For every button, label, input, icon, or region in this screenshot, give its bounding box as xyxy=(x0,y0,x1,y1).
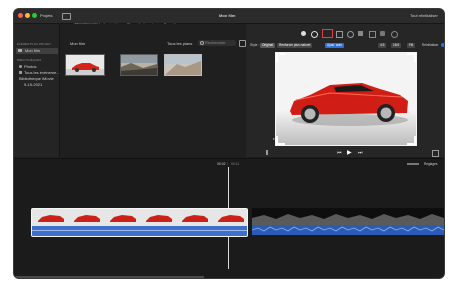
settings-icon[interactable] xyxy=(239,40,246,47)
style-enhance-button[interactable]: Renforcer plus naturel xyxy=(277,43,313,48)
viewer-preview[interactable]: Fit xyxy=(273,52,417,146)
search-icon xyxy=(200,41,204,45)
close-button[interactable] xyxy=(18,13,23,18)
style-auto-adjust-button[interactable]: Ajust. auto xyxy=(325,43,345,48)
minimize-button[interactable] xyxy=(25,13,30,18)
timeline-settings-button[interactable]: Réglages xyxy=(424,162,437,166)
zoom-slider[interactable] xyxy=(407,163,419,165)
clip-thumbnail-desert[interactable] xyxy=(164,54,202,76)
sidebar-item-my-film[interactable]: Mon film xyxy=(16,48,58,54)
timeline-clip-car[interactable] xyxy=(31,208,248,237)
libraries-section-header: BIBLIOTHÈQUES xyxy=(17,58,42,62)
color-correction-icon[interactable] xyxy=(311,31,318,38)
speed-icon[interactable] xyxy=(369,31,376,38)
crop-handle-top-right[interactable] xyxy=(407,53,416,62)
reset-all-button[interactable]: Tout réinitialiser xyxy=(410,14,438,18)
color-balance-icon[interactable] xyxy=(301,31,306,36)
format-4-3-button[interactable]: 4:3 xyxy=(378,43,387,48)
clip-thumbnail-landscape[interactable] xyxy=(120,54,158,76)
projects-back-button[interactable]: Projets xyxy=(40,14,52,18)
format-16-9-button[interactable]: 16:9 xyxy=(391,43,402,48)
apply-check-icon[interactable] xyxy=(441,43,444,47)
microphone-icon[interactable] xyxy=(266,150,268,155)
sidebar-item-event-date[interactable]: 9-15-2021 xyxy=(24,83,42,87)
search-input[interactable]: Rechercher xyxy=(198,40,236,46)
photos-icon xyxy=(19,65,22,68)
total-time: 00:11 xyxy=(231,162,240,166)
car-filmstrip xyxy=(32,209,247,236)
library-sidebar: ÉLÉMENTS DU PROJET Mon film BIBLIOTHÈQUE… xyxy=(14,24,60,157)
crop-icon[interactable] xyxy=(322,29,333,38)
crop-handle-top-left[interactable] xyxy=(276,53,285,62)
search-placeholder: Rechercher xyxy=(205,40,226,45)
media-browser: Mon film Tous les plans Rechercher xyxy=(60,24,246,157)
reset-button[interactable]: Réinitialiser xyxy=(422,43,438,47)
sidebar-item-imovie-library[interactable]: Bibliothèque iMovie xyxy=(19,77,54,81)
fit-label: Fit xyxy=(273,137,277,141)
stabilization-icon[interactable] xyxy=(336,31,343,38)
film-icon xyxy=(18,49,22,52)
events-icon xyxy=(19,71,22,74)
desert-thumbnail xyxy=(165,55,201,75)
style-label: Style : xyxy=(250,43,260,47)
horizontal-scrollbar[interactable] xyxy=(14,276,204,278)
project-section-header: ÉLÉMENTS DU PROJET xyxy=(17,42,52,46)
red-car-preview-image xyxy=(276,53,416,145)
imovie-window: Projets Mon film Tout réinitialiser Mes … xyxy=(14,9,444,278)
landscape-thumbnail xyxy=(121,55,157,75)
browser-title: Mon film xyxy=(70,41,86,46)
title-bar: Projets Mon film Tout réinitialiser xyxy=(14,9,444,24)
maximize-button[interactable] xyxy=(32,13,37,18)
sidebar-item-photos[interactable]: Photos xyxy=(24,65,36,69)
clip-filter-icon[interactable] xyxy=(380,31,385,36)
window-title: Mon film xyxy=(219,13,236,18)
play-button[interactable]: ▶ xyxy=(347,150,352,156)
noise-reduction-icon[interactable] xyxy=(358,31,363,36)
timeline-clip-landscape[interactable] xyxy=(252,208,444,235)
sidebar-toggle-icon[interactable] xyxy=(62,13,71,20)
fullscreen-icon[interactable] xyxy=(432,150,439,157)
viewer-panel: Style : Original Renforcer plus naturel … xyxy=(246,24,444,157)
crop-handle-bottom-right[interactable] xyxy=(407,136,416,145)
sidebar-item-all-events[interactable]: Tous les événeme... xyxy=(24,71,60,75)
volume-icon[interactable] xyxy=(347,31,354,38)
clip-thumbnail-car[interactable] xyxy=(65,54,105,76)
landscape-filmstrip xyxy=(252,208,444,235)
info-icon[interactable] xyxy=(391,31,398,38)
crop-handle-bottom-left[interactable] xyxy=(276,136,285,145)
style-original-button[interactable]: Original xyxy=(260,43,275,48)
next-button[interactable]: ⏭ xyxy=(358,151,363,156)
clip-filter-select[interactable]: Tous les plans xyxy=(167,42,192,46)
red-car-thumbnail xyxy=(66,63,104,75)
sidebar-item-label: Mon film xyxy=(25,48,41,53)
previous-button[interactable]: ⏮ xyxy=(337,151,342,156)
format-fill-button[interactable]: Fill xyxy=(407,43,416,48)
current-time: 00:02 xyxy=(217,162,226,166)
